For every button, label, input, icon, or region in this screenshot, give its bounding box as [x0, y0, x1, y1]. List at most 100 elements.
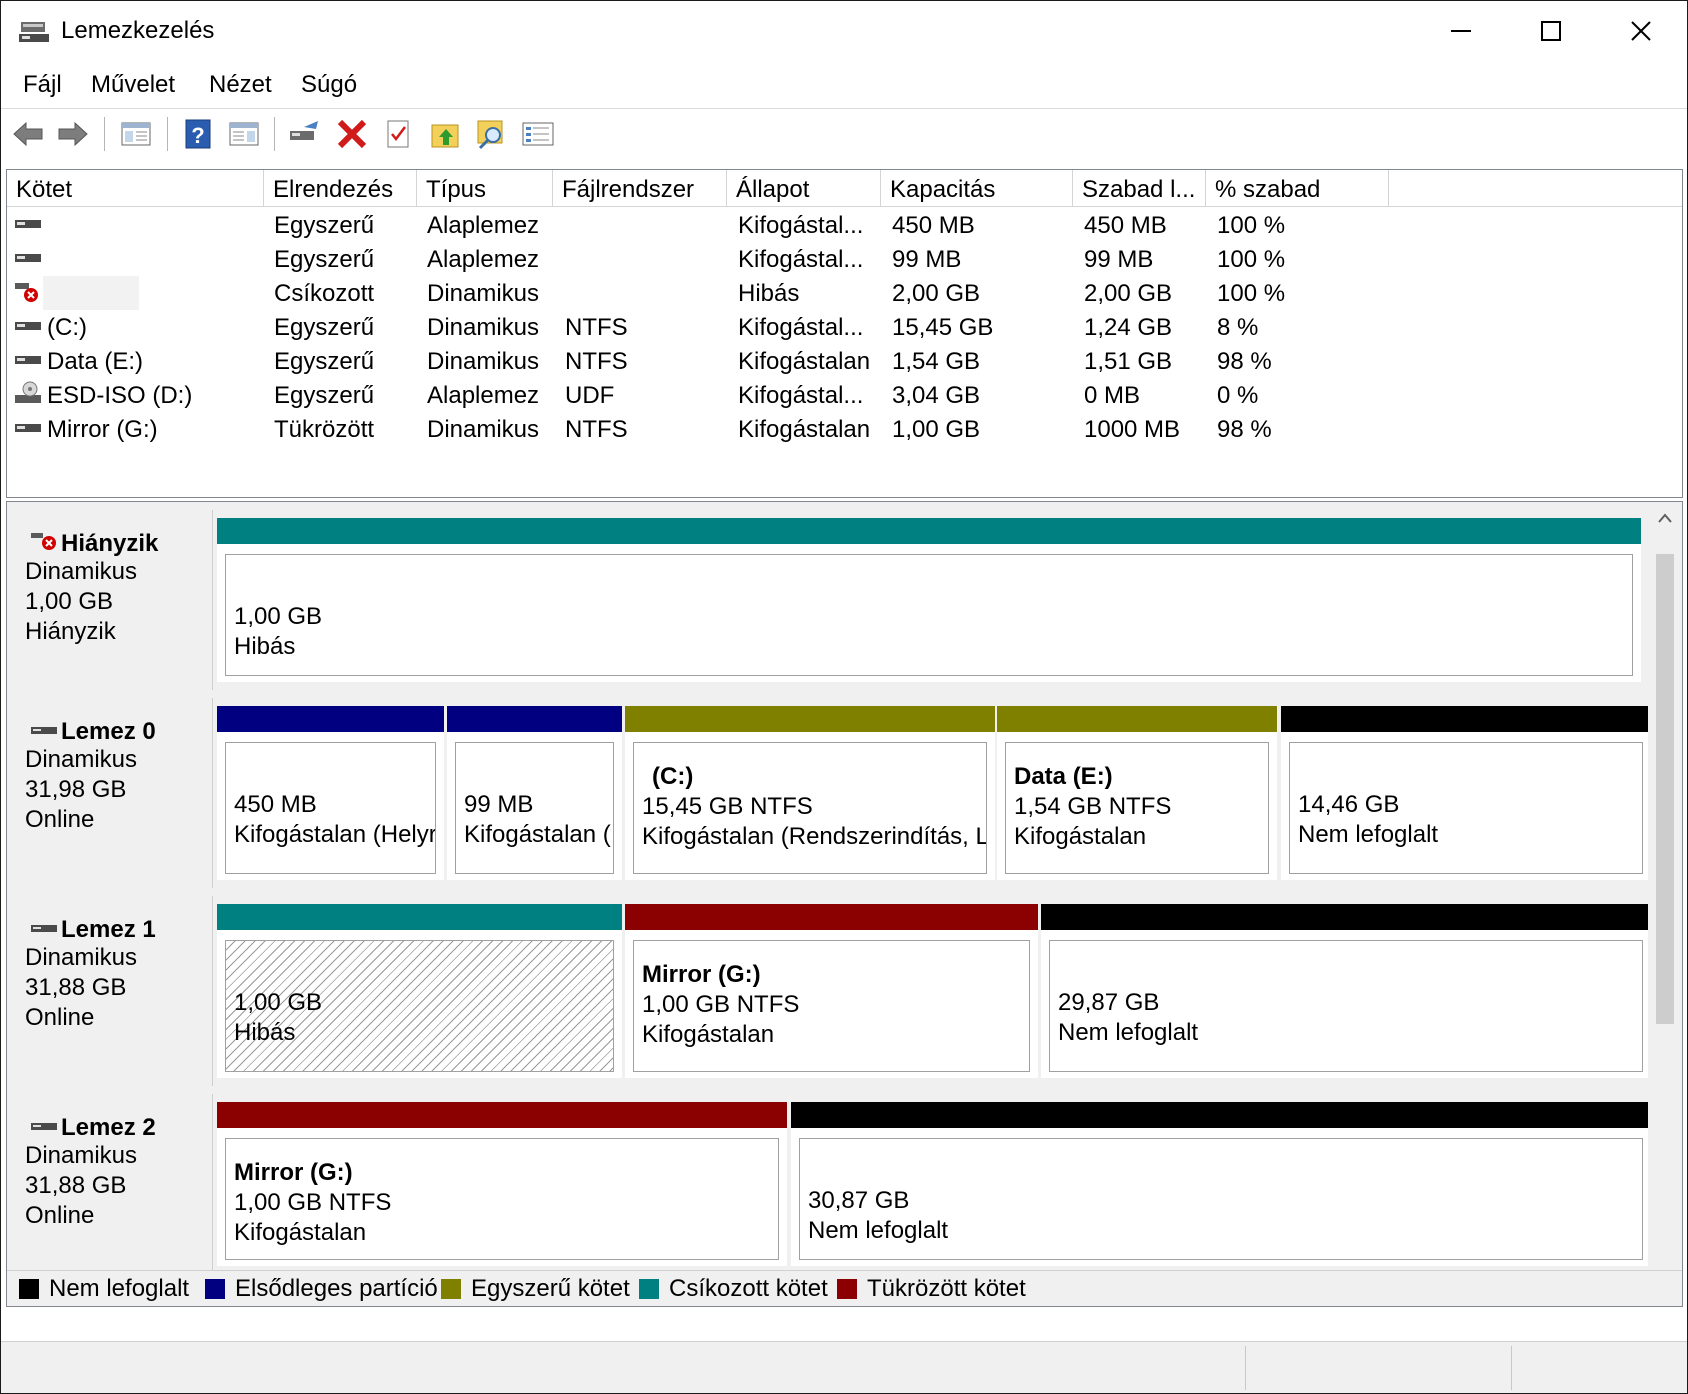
disk-state: Hiányzik: [25, 618, 116, 645]
cell-capacity: 1,54 GB: [892, 348, 981, 375]
cell-capacity: 15,45 GB: [892, 314, 994, 341]
toolbar: ?: [1, 108, 1687, 159]
disk-size: 31,88 GB: [25, 974, 127, 1001]
column-header-percent-free[interactable]: % szabad: [1206, 170, 1389, 206]
disk-info[interactable]: Lemez 0 Dinamikus 31,98 GB Online: [7, 698, 213, 888]
disk-icon: [31, 727, 57, 734]
disk-size: 1,00 GB: [25, 588, 114, 615]
partition[interactable]: 450 MB Kifogástalan (Helyr: [217, 706, 444, 880]
disk-icon: [31, 1123, 57, 1130]
partition-detail: 1,54 GB NTFS: [1014, 793, 1172, 820]
disk-kind: Dinamikus: [25, 944, 138, 971]
volume-row[interactable]: Egyszerű Alaplemez Kifogástal... 99 MB 99 MB…: [7, 242, 1682, 276]
legend-swatch: [205, 1279, 225, 1299]
cell-pct: 0 %: [1217, 382, 1259, 409]
partition-detail: Nem lefoglalt: [1058, 1019, 1199, 1046]
disk-size: 31,88 GB: [25, 1172, 127, 1199]
volume-row[interactable]: Mirror (G:) Tükrözött Dinamikus NTFS Kifogás…: [7, 412, 1682, 446]
partition[interactable]: Data (E:) 1,54 GB NTFS Kifogástalan: [997, 706, 1277, 880]
checklist-icon[interactable]: [381, 117, 415, 151]
scrollbar-thumb[interactable]: [1656, 554, 1674, 1024]
action-pane-icon[interactable]: [227, 117, 261, 151]
cell-pct: 98 %: [1217, 348, 1272, 375]
menu-view[interactable]: Nézet: [209, 71, 272, 99]
column-header-capacity[interactable]: Kapacitás: [881, 170, 1073, 206]
cell-status: Kifogástalan: [738, 348, 871, 375]
maximize-icon: [1541, 21, 1561, 41]
close-button[interactable]: [1596, 1, 1686, 61]
column-header-volume[interactable]: Kötet: [7, 170, 264, 206]
cell-free: 0 MB: [1084, 382, 1141, 409]
disk-info[interactable]: Lemez 1 Dinamikus 31,88 GB Online: [7, 896, 213, 1086]
cell-status: Kifogástal...: [738, 212, 864, 239]
svg-text:?: ?: [191, 123, 204, 148]
cell-layout: Egyszerű: [274, 212, 375, 239]
minimize-button[interactable]: [1416, 1, 1506, 61]
disk-kind: Dinamikus: [25, 746, 138, 773]
cell-status: Kifogástal...: [738, 314, 864, 341]
menu-file[interactable]: Fájl: [23, 71, 62, 99]
partition-detail: Hibás: [234, 1019, 296, 1046]
toolbar-separator: [167, 117, 168, 151]
partition[interactable]: 1,00 GB Hibás: [217, 904, 622, 1078]
partition-color-bar: [1281, 706, 1651, 732]
connect-disk-icon[interactable]: [288, 117, 322, 151]
help-icon[interactable]: ?: [181, 117, 215, 151]
folder-up-icon[interactable]: [429, 117, 463, 151]
column-header-filesystem[interactable]: Fájlrendszer: [553, 170, 727, 206]
disk-info[interactable]: Lemez 2 Dinamikus 31,88 GB Online: [7, 1094, 213, 1274]
partition-color-bar: [447, 706, 622, 732]
partition[interactable]: (C:) 15,45 GB NTFS Kifogástalan (Rendszeri…: [625, 706, 995, 880]
partition-detail: 1,00 GB NTFS: [234, 1189, 392, 1216]
drive-icon: [15, 356, 41, 364]
partition-body: (C:) 15,45 GB NTFS Kifogástalan (Rendszeri…: [633, 742, 987, 874]
volume-row[interactable]: Egyszerű Alaplemez Kifogástal... 450 MB 450 …: [7, 208, 1682, 242]
column-header-free-space[interactable]: Szabad l...: [1073, 170, 1206, 206]
drive-icon: [15, 220, 41, 228]
partition-body: 450 MB Kifogástalan (Helyr: [225, 742, 436, 874]
column-header-layout[interactable]: Elrendezés: [264, 170, 417, 206]
cell-free: 1,51 GB: [1084, 348, 1173, 375]
cell-volume: ESD-ISO (D:): [47, 382, 193, 409]
search-folder-icon[interactable]: [475, 117, 509, 151]
partition-color-bar: [791, 1102, 1651, 1128]
volume-row[interactable]: ESD-ISO (D:) Egyszerű Alaplemez UDF Kifogást…: [7, 378, 1682, 412]
disk-row: Hiányzik Dinamikus 1,00 GB Hiányzik 1,00 GB H…: [7, 510, 1644, 690]
delete-icon[interactable]: [335, 117, 369, 151]
partition[interactable]: 30,87 GB Nem lefoglalt: [791, 1102, 1651, 1266]
partition-detail: Nem lefoglalt: [808, 1217, 949, 1244]
partition-body: 30,87 GB Nem lefoglalt: [799, 1138, 1643, 1260]
partition-body: 1,00 GB Hibás: [225, 940, 614, 1072]
partition[interactable]: Mirror (G:) 1,00 GB NTFS Kifogástalan: [625, 904, 1038, 1078]
legend: Nem lefoglalt Elsődleges partíció Egyszerű…: [7, 1270, 1682, 1306]
cell-pct: 100 %: [1217, 280, 1286, 307]
partition[interactable]: 29,87 GB Nem lefoglalt: [1041, 904, 1651, 1078]
partition[interactable]: 14,46 GB Nem lefoglalt: [1281, 706, 1651, 880]
volume-row[interactable]: Csíkozott Dinamikus Hibás 2,00 GB 2,00 GB 100…: [7, 276, 1682, 310]
back-icon[interactable]: [11, 117, 45, 151]
cell-free: 450 MB: [1084, 212, 1167, 239]
forward-icon[interactable]: [56, 117, 90, 151]
vertical-scrollbar[interactable]: [1648, 502, 1682, 1306]
volume-row[interactable]: (C:) Egyszerű Dinamikus NTFS Kifogástal... 15…: [7, 310, 1682, 344]
minimize-icon: [1451, 30, 1471, 32]
console-tree-icon[interactable]: [119, 117, 153, 151]
menu-help[interactable]: Súgó: [301, 71, 357, 99]
partition[interactable]: 99 MB Kifogástalan (: [447, 706, 622, 880]
disk-info[interactable]: Hiányzik Dinamikus 1,00 GB Hiányzik: [7, 510, 213, 690]
column-header-status[interactable]: Állapot: [727, 170, 881, 206]
volume-row[interactable]: Data (E:) Egyszerű Dinamikus NTFS Kifogástal…: [7, 344, 1682, 378]
cell-status: Kifogástal...: [738, 382, 864, 409]
partition-label: 99 MB: [464, 791, 534, 818]
menu-action[interactable]: Művelet: [91, 71, 175, 99]
cell-volume: Data (E:): [47, 348, 144, 375]
column-header-type[interactable]: Típus: [417, 170, 553, 206]
disk-kind: Dinamikus: [25, 558, 138, 585]
partition-label: 450 MB: [234, 791, 317, 818]
properties-icon[interactable]: [521, 117, 555, 151]
scroll-up-icon[interactable]: [1657, 512, 1673, 524]
maximize-button[interactable]: [1506, 1, 1596, 61]
partition[interactable]: 1,00 GB Hibás: [217, 518, 1641, 682]
partition-detail: Kifogástalan: [234, 1219, 367, 1246]
partition[interactable]: Mirror (G:) 1,00 GB NTFS Kifogástalan: [217, 1102, 787, 1266]
